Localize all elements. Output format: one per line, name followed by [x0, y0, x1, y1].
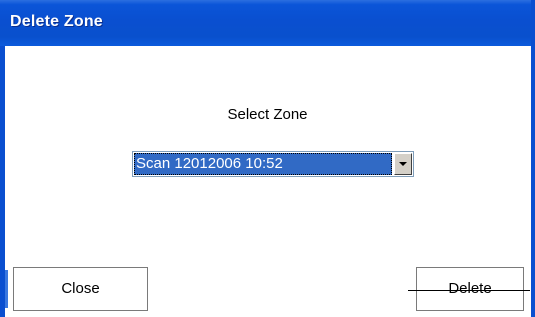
title-bar[interactable]: Delete Zone [0, 0, 535, 46]
delete-strike-line [408, 290, 530, 291]
delete-zone-dialog: Delete Zone Select Zone Scan 12012006 10… [0, 0, 535, 317]
zone-select-value[interactable]: Scan 12012006 10:52 [134, 153, 392, 175]
close-button[interactable]: Close [13, 267, 148, 311]
window-title: Delete Zone [10, 13, 103, 30]
zone-select-dropdown[interactable]: Scan 12012006 10:52 [132, 151, 414, 177]
dropdown-button[interactable] [394, 153, 412, 175]
delete-button[interactable]: Delete [416, 267, 524, 311]
chevron-down-icon [399, 162, 407, 166]
window-frame-right [531, 0, 535, 317]
select-zone-label: Select Zone [227, 106, 308, 123]
window-frame-accent [5, 270, 8, 308]
